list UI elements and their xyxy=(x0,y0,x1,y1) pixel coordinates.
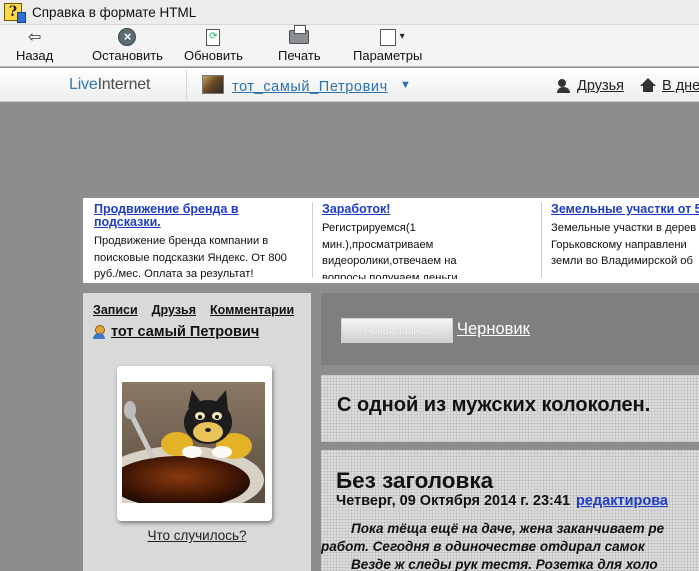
options-label: Параметры xyxy=(353,48,423,63)
printer-icon xyxy=(289,25,310,44)
post-body: Пока тёща ещё на даче, жена заканчивает … xyxy=(321,520,699,571)
ad-text: Регистрируемся(1 xyxy=(322,222,416,234)
ad-text: руб./мес. Оплата за результат! xyxy=(94,268,254,280)
user-icon xyxy=(93,325,105,339)
ad-text: Земельные участки в дерев xyxy=(551,222,697,234)
site-top-bar: LiveInternet тот_самый_Петрович ▼ Друзья… xyxy=(0,68,699,102)
ad-title[interactable]: Земельные участки от 5 xyxy=(551,203,699,216)
post-date: Четверг, 09 Октября 2014 г. 23:41 xyxy=(336,493,571,509)
refresh-button[interactable]: ⟳ Обновить xyxy=(184,27,243,65)
ad-text: Продвижение бренда компании в xyxy=(94,235,269,247)
back-label: Назад xyxy=(16,48,54,63)
blog-description: С одной из мужских колоколен. xyxy=(337,394,651,416)
new-post-button[interactable]: Новая запись xyxy=(341,318,453,343)
blog-post: Без заголовка Четверг, 09 Октября 2014 г… xyxy=(321,450,699,571)
friends-link[interactable]: Друзья xyxy=(557,78,624,94)
ad-text: земли во Владимирской об xyxy=(551,255,693,267)
stop-button[interactable]: × Остановить xyxy=(92,27,163,65)
post-title[interactable]: Без заголовка xyxy=(336,468,493,494)
ad-text: мин.),просматриваем xyxy=(322,238,434,251)
ad-block-3[interactable]: Земельные участки от 5 Земельные участки… xyxy=(551,203,699,270)
stop-icon: × xyxy=(118,28,137,46)
ad-text: вопросы,получаем деньги xyxy=(322,271,458,279)
profile-name: тот самый Петрович xyxy=(111,324,260,340)
ad-block-2[interactable]: Заработок! Регистрируемся(1 мин.),просма… xyxy=(322,203,527,279)
ad-title[interactable]: Заработок! xyxy=(322,203,527,216)
liveinternet-logo[interactable]: LiveInternet xyxy=(69,76,150,94)
divider xyxy=(312,202,313,278)
sidebar: Записи Друзья Комментарии тот самый Петр… xyxy=(83,293,311,571)
refresh-icon: ⟳ xyxy=(206,28,221,46)
username-link[interactable]: тот_самый_Петрович xyxy=(232,79,388,95)
home-link[interactable]: В дне xyxy=(640,78,699,94)
draft-link[interactable]: Черновик xyxy=(457,320,530,339)
ad-text: видеоролики,отвечаем на xyxy=(322,255,457,267)
window-titlebar: ? Справка в формате HTML xyxy=(0,0,699,25)
back-arrow-icon: ⇦ xyxy=(27,29,42,46)
ad-text: Горьковскому направлени xyxy=(551,238,687,251)
friends-icon xyxy=(557,79,572,93)
profile-link[interactable]: тот самый Петрович xyxy=(93,324,259,340)
back-button[interactable]: ⇦ Назад xyxy=(16,27,53,65)
print-label: Печать xyxy=(278,48,321,63)
cat-figurine-photo xyxy=(122,382,265,503)
options-icon xyxy=(379,28,405,46)
post-body-line: Пока тёща ещё на даче, жена заканчивает … xyxy=(321,521,665,536)
photo-caption[interactable]: Что случилось? xyxy=(83,528,311,543)
print-button[interactable]: Печать xyxy=(278,25,321,65)
avatar[interactable] xyxy=(202,75,224,94)
post-actions-bar: Новая запись Черновик xyxy=(321,293,699,365)
toolbar: ⇦ Назад × Остановить ⟳ Обновить Печать П… xyxy=(0,25,699,67)
divider xyxy=(541,202,542,278)
ad-strip: Продвижение бренда в подсказки. Продвиже… xyxy=(83,198,699,283)
options-button[interactable]: Параметры xyxy=(353,27,422,65)
help-file-icon: ? xyxy=(4,3,26,23)
post-meta: Четверг, 09 Октября 2014 г. 23:41 редакти… xyxy=(336,493,668,509)
avatar-photo[interactable] xyxy=(117,366,272,521)
stop-label: Остановить xyxy=(92,48,163,63)
ad-title[interactable]: подсказки. xyxy=(94,216,299,229)
post-body-line: Везде ж следы рук тестя. Розетка для хол… xyxy=(321,557,658,571)
post-body-line: работ. Сегодня в одиночестве отдирал сам… xyxy=(321,539,645,554)
chevron-down-icon[interactable]: ▼ xyxy=(400,79,411,91)
ad-text: поисковые подсказки Яндекс. От 800 xyxy=(94,251,287,264)
edit-post-link[interactable]: редактирова xyxy=(576,493,668,509)
sidebar-item-comments[interactable]: Комментарии xyxy=(210,303,294,317)
ad-block-1[interactable]: Продвижение бренда в подсказки. Продвиже… xyxy=(94,203,299,283)
home-icon xyxy=(640,78,656,92)
sidebar-nav: Записи Друзья Комментарии xyxy=(93,303,294,317)
refresh-label: Обновить xyxy=(184,48,243,63)
window-title: Справка в формате HTML xyxy=(32,4,197,20)
blog-description-panel: С одной из мужских колоколен. xyxy=(321,375,699,442)
sidebar-item-posts[interactable]: Записи xyxy=(93,303,138,317)
divider xyxy=(186,70,187,100)
sidebar-item-friends[interactable]: Друзья xyxy=(152,303,196,317)
